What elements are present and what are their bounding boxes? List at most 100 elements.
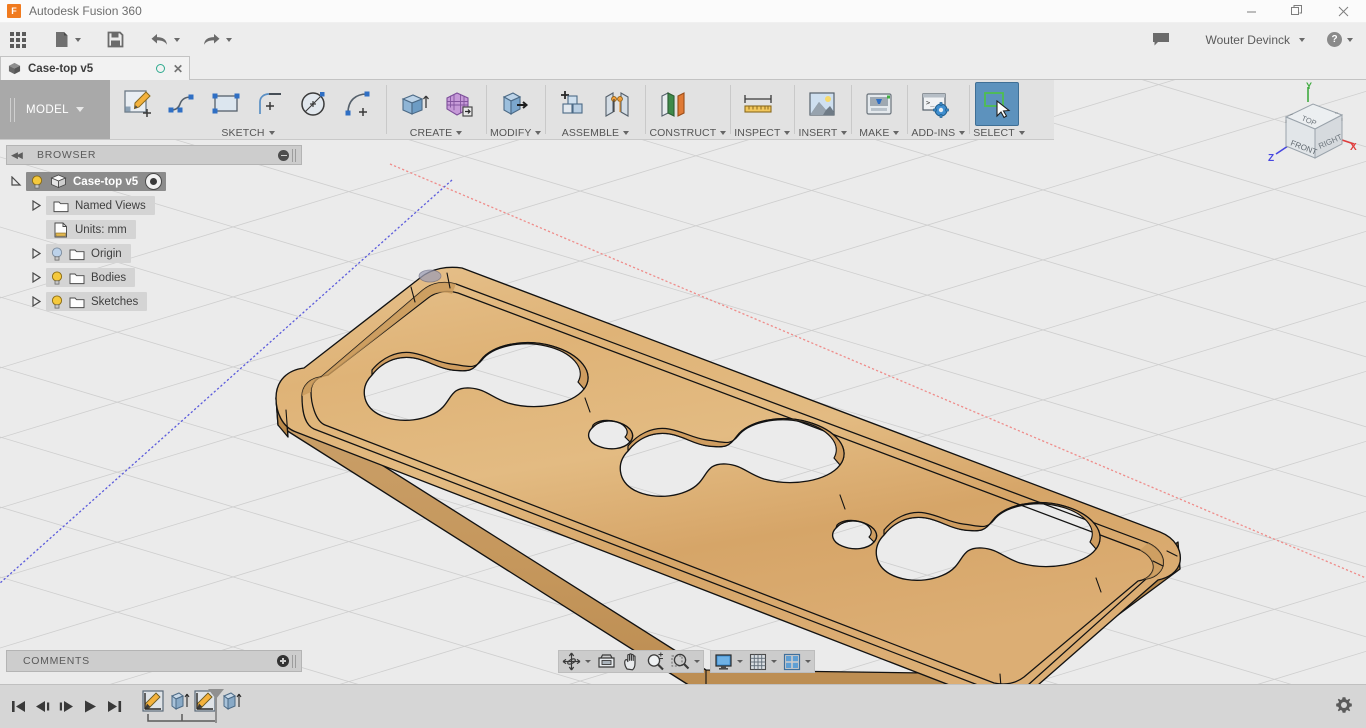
ribbon-group-label-insert[interactable]: INSERT	[798, 126, 848, 139]
comments-panel[interactable]: COMMENTS	[6, 650, 302, 672]
timeline-play-button[interactable]	[78, 693, 102, 721]
folder-icon	[53, 201, 69, 212]
create-form-button[interactable]	[436, 82, 480, 126]
arc-button[interactable]	[336, 82, 380, 126]
browser-item-named-views[interactable]: Named Views	[6, 196, 302, 215]
save-button[interactable]	[100, 23, 131, 56]
expander-open-icon[interactable]	[6, 176, 26, 187]
chevron-down-icon[interactable]	[694, 660, 700, 663]
scripts-addins-button[interactable]: >_	[913, 82, 957, 126]
offset-plane-button[interactable]	[651, 82, 695, 126]
ribbon-group-label-create[interactable]: CREATE	[390, 126, 482, 139]
insert-canvas-button[interactable]	[800, 82, 844, 126]
circle-button[interactable]	[292, 82, 336, 126]
lightbulb-off-icon[interactable]	[49, 246, 65, 262]
ribbon-group-inspect: INSPECT	[730, 80, 794, 139]
pan-button[interactable]	[619, 651, 643, 672]
browser-item-units[interactable]: Units: mm	[6, 220, 302, 239]
panel-grip-icon[interactable]	[292, 654, 297, 668]
look-at-button[interactable]	[594, 651, 619, 672]
fit-button[interactable]	[668, 651, 693, 672]
app-grid-button[interactable]	[0, 23, 33, 56]
panel-grip-icon[interactable]	[292, 148, 297, 162]
expander-closed-icon[interactable]	[26, 248, 46, 259]
window-restore-button[interactable]	[1274, 0, 1320, 23]
zoom-button[interactable]	[643, 651, 668, 672]
help-button[interactable]: ?	[1320, 23, 1360, 56]
measure-button[interactable]	[736, 82, 780, 126]
browser-root-case-top[interactable]: Case-top v5	[6, 172, 302, 191]
timeline-step-back-button[interactable]	[30, 693, 54, 721]
chevron-down-icon[interactable]	[771, 660, 777, 663]
add-comment-icon[interactable]	[277, 655, 289, 667]
ribbon-group-label-modify[interactable]: MODIFY	[490, 126, 542, 139]
workspace-switcher-button[interactable]: MODEL	[0, 80, 110, 139]
ribbon-group-label-sketch[interactable]: SKETCH	[114, 126, 382, 139]
create-sketch-button[interactable]	[116, 82, 160, 126]
browser-item-chip[interactable]: Named Views	[46, 196, 155, 215]
browser-item-chip[interactable]: Units: mm	[46, 220, 136, 239]
joint-button[interactable]	[595, 82, 639, 126]
ribbon-group-label-assemble[interactable]: ASSEMBLE	[549, 126, 641, 139]
timeline-go-start-button[interactable]	[6, 693, 30, 721]
browser-item-chip[interactable]: Sketches	[46, 292, 148, 311]
expander-closed-icon[interactable]	[26, 296, 46, 307]
browser-panel-header[interactable]: ◀◀ BROWSER	[6, 145, 302, 165]
tab-close-icon[interactable]: ✕	[173, 63, 183, 75]
browser-item-label: Sketches	[91, 295, 139, 308]
display-settings-button[interactable]	[711, 651, 736, 672]
browser-item-chip[interactable]: Bodies	[46, 268, 136, 287]
view-cube[interactable]: Y X Z TOP FRONT RIGHT	[1262, 81, 1362, 178]
lightbulb-on-icon[interactable]	[49, 270, 65, 286]
file-icon	[56, 32, 68, 47]
chevron-down-icon[interactable]	[737, 660, 743, 663]
press-pull-button[interactable]	[492, 82, 536, 126]
window-controls	[1228, 0, 1366, 23]
ribbon-group-label-construct[interactable]: CONSTRUCT	[649, 126, 727, 139]
timeline-step-forward-button[interactable]	[54, 693, 78, 721]
browser-item-chip[interactable]: Origin	[46, 244, 131, 263]
chevron-down-icon[interactable]	[805, 660, 811, 663]
chevron-down-icon[interactable]	[585, 660, 591, 663]
comments-toggle-button[interactable]	[1145, 23, 1177, 56]
chevron-down-icon	[893, 130, 900, 135]
orbit-button[interactable]	[559, 651, 584, 672]
timeline-go-end-button[interactable]	[102, 693, 126, 721]
ribbon-group-label-addins[interactable]: ADD-INS	[911, 126, 966, 139]
timeline-settings-button[interactable]	[1334, 695, 1354, 718]
extrude-button[interactable]	[392, 82, 436, 126]
window-title: Autodesk Fusion 360	[29, 4, 142, 18]
collapse-left-icon[interactable]: ◀◀	[11, 150, 25, 161]
lightbulb-on-icon[interactable]	[29, 174, 45, 190]
expander-closed-icon[interactable]	[26, 200, 46, 211]
browser-item-sketches[interactable]: Sketches	[6, 292, 302, 311]
grid-snaps-button[interactable]	[746, 651, 770, 672]
window-close-button[interactable]	[1320, 0, 1366, 23]
line-button[interactable]	[160, 82, 204, 126]
ribbon-group-label-select[interactable]: SELECT	[973, 126, 1025, 139]
3d-print-button[interactable]	[857, 82, 901, 126]
ribbon-group-label-make[interactable]: MAKE	[855, 126, 903, 139]
browser-item-bodies[interactable]: Bodies	[6, 268, 302, 287]
file-menu-button[interactable]	[47, 23, 88, 56]
window-minimize-button[interactable]	[1228, 0, 1274, 23]
rectangle-button[interactable]	[204, 82, 248, 126]
chevron-down-icon	[959, 130, 966, 135]
expander-closed-icon[interactable]	[26, 272, 46, 283]
panel-minimize-icon[interactable]	[278, 149, 289, 161]
browser-root-chip[interactable]: Case-top v5	[26, 172, 167, 191]
viewports-button[interactable]	[780, 651, 804, 672]
redo-button[interactable]	[195, 23, 239, 56]
offset-plane-icon	[661, 92, 685, 117]
zoom-magnifier-icon	[647, 652, 664, 671]
browser-item-origin[interactable]: Origin	[6, 244, 302, 263]
ribbon-group-label-inspect[interactable]: INSPECT	[734, 126, 791, 139]
document-tab-case-top[interactable]: Case-top v5 ✕	[0, 56, 190, 80]
user-account-button[interactable]: Wouter Devinck	[1195, 23, 1312, 56]
lightbulb-on-icon[interactable]	[49, 294, 65, 310]
select-tool-button[interactable]	[975, 82, 1020, 126]
activate-component-button[interactable]	[145, 173, 163, 190]
undo-button[interactable]	[143, 23, 187, 56]
fillet-button[interactable]	[248, 82, 292, 126]
new-component-button[interactable]	[551, 82, 595, 126]
